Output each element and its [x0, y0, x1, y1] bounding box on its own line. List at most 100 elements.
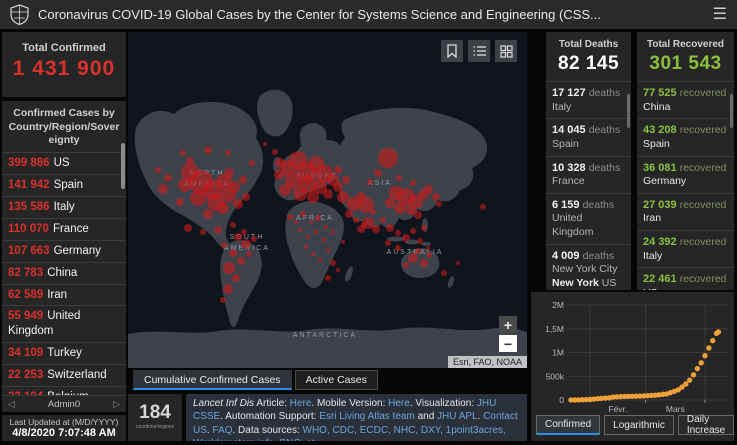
countries-count-badge: 184 countries/regions: [128, 394, 182, 441]
deaths-value-line: 17 127 deaths: [552, 86, 625, 101]
recovered-value: 43 208: [643, 124, 680, 137]
deaths-row[interactable]: 4 009 deaths New York City New York US: [546, 243, 631, 290]
recovered-region: Spain: [643, 137, 670, 150]
total-confirmed-panel: Total Confirmed 1 431 900: [2, 32, 126, 97]
country-row[interactable]: 34 109 Turkey: [2, 342, 126, 364]
app-header: Coronavirus COVID-19 Global Cases by the…: [0, 0, 737, 29]
country-row[interactable]: 22 253 Switzerland: [2, 364, 126, 386]
country-row[interactable]: 135 586 Italy: [2, 195, 126, 218]
recovered-row[interactable]: 27 039 recovered Iran: [637, 192, 734, 230]
recovered-value: 77 525: [643, 87, 680, 99]
country-name: Italy: [53, 200, 75, 213]
footer-link[interactable]: Here: [290, 398, 312, 409]
recovered-scrollbar[interactable]: [730, 94, 733, 128]
recovered-row[interactable]: 77 525 recovered China: [637, 81, 734, 118]
footer-link[interactable]: FAQ: [212, 425, 232, 436]
recovered-unit: recovered: [679, 273, 727, 286]
recovered-region: Italy: [643, 249, 663, 262]
recovered-row[interactable]: 36 081 recovered Germany: [637, 155, 734, 193]
recovered-region: China: [643, 100, 671, 113]
country-row[interactable]: 82 783 China: [2, 261, 126, 284]
deaths-unit: deaths: [588, 161, 621, 174]
trend-chart-panel: 0 500k 1M 1,5M 2M Févr. Mars Confirmed Logarith…: [531, 292, 735, 441]
deaths-unit: deaths: [582, 249, 615, 262]
chart-tab-confirmed[interactable]: Confirmed: [536, 415, 601, 435]
country-list-pager: ◁ Admin0 ▷: [2, 395, 126, 412]
map-zoom-controls: + −: [499, 316, 517, 352]
total-confirmed-value: 1 431 900: [12, 57, 116, 80]
deaths-value: 6 159: [552, 198, 583, 211]
country-row[interactable]: 110 070 France: [2, 217, 126, 240]
country-cases: 22 253: [8, 369, 44, 382]
svg-text:500k: 500k: [546, 371, 565, 381]
deaths-value: 4 009: [552, 249, 583, 262]
svg-text:ANTARCTICA: ANTARCTICA: [293, 332, 357, 339]
country-row[interactable]: 62 589 Iran: [2, 283, 126, 306]
footer-text-segment: Lancet Inf Dis: [193, 398, 255, 409]
zoom-in-button[interactable]: +: [499, 316, 517, 333]
basemap-grid-icon[interactable]: [495, 40, 517, 62]
map-tab-cumulative-confirmed-cases[interactable]: Cumulative Confirmed Cases: [133, 370, 292, 390]
recovered-row[interactable]: 22 461 recoveredUS: [637, 267, 734, 290]
recovered-unit: recovered: [679, 124, 727, 137]
map-canvas: NORTHAMERICASOUTHAMERICAEUROPEAFRICAASIA…: [128, 89, 527, 368]
legend-list-icon[interactable]: [468, 40, 490, 62]
recovered-unit: recovered: [679, 87, 727, 99]
country-cases: 82 783: [8, 266, 44, 279]
deaths-row[interactable]: 17 127 deaths Italy: [546, 81, 631, 118]
footer-link[interactable]: Here: [388, 398, 410, 409]
footer-link[interactable]: JHU APL: [437, 411, 478, 422]
total-confirmed-title: Total Confirmed: [22, 42, 106, 54]
menu-icon[interactable]: ☰: [713, 6, 727, 23]
deaths-region: France: [552, 175, 585, 188]
country-row[interactable]: 55 949 United Kingdom: [2, 305, 126, 342]
deaths-row[interactable]: 10 328 deaths France: [546, 155, 631, 193]
svg-text:1,5M: 1,5M: [545, 324, 564, 334]
zoom-out-button[interactable]: −: [499, 335, 517, 352]
countries-count: 184: [139, 402, 171, 423]
deaths-unit: deaths: [582, 198, 615, 211]
footer-text-segment: . Data sources:: [232, 424, 303, 436]
recovered-row[interactable]: 43 208 recovered Spain: [637, 118, 734, 155]
recovered-value: 36 081: [643, 161, 680, 174]
covid-dashboard: Coronavirus COVID-19 Global Cases by the…: [0, 0, 737, 445]
map-tab-active-cases[interactable]: Active Cases: [294, 370, 378, 390]
total-recovered-title: Total Recovered: [646, 39, 725, 50]
country-row[interactable]: 107 663 Germany: [2, 239, 126, 262]
last-updated-panel: Last Updated at (M/D/YYYY) 4/8/2020 7:07…: [2, 415, 126, 441]
country-row[interactable]: 399 886 US: [2, 151, 126, 174]
countries-count-caption: countries/regions: [135, 424, 175, 430]
pager-prev-icon[interactable]: ◁: [8, 399, 15, 410]
recovered-value-line: 22 461 recovered: [643, 272, 728, 287]
recovered-list: 77 525 recovered China 43 208 recovered Spa…: [637, 81, 734, 290]
jhu-shield-logo: [10, 4, 29, 25]
country-list: 399 886 US 141 942 Spain 135 586 Italy 110 070…: [2, 151, 126, 412]
bookmark-icon[interactable]: [441, 40, 463, 62]
map-tabs: Cumulative Confirmed Cases Active Cases: [133, 370, 378, 390]
chart-tabs: Confirmed Logarithmic Daily Increase: [536, 414, 735, 436]
footer-text-segment: . Mobile Version:: [311, 398, 389, 409]
recovered-value-line: 24 392 recovered: [643, 235, 728, 250]
country-row[interactable]: 141 942 Spain: [2, 173, 126, 196]
deaths-scrollbar[interactable]: [627, 94, 630, 128]
recovered-value-line: 43 208 recovered: [643, 123, 728, 138]
total-recovered-panel: Total Recovered 301 543 77 525 recovered…: [637, 32, 734, 290]
country-cases: 110 070: [8, 222, 49, 235]
recovered-row[interactable]: 24 392 recovered Italy: [637, 230, 734, 267]
map-toolbar: [441, 40, 517, 62]
country-cases: 55 949: [8, 310, 44, 323]
country-list-scrollbar[interactable]: [121, 143, 125, 189]
country-cases: 34 109: [8, 347, 44, 360]
deaths-row[interactable]: 14 045 deaths Spain: [546, 118, 631, 155]
deaths-row[interactable]: 6 159 deaths United Kingdom: [546, 192, 631, 244]
chart-tab-daily-increase[interactable]: Daily Increase: [677, 414, 735, 436]
footer-text-segment: Article:: [254, 398, 290, 409]
world-map[interactable]: NORTHAMERICASOUTHAMERICAEUROPEAFRICAASIA…: [128, 32, 527, 368]
pager-next-icon[interactable]: ▷: [113, 399, 120, 410]
footer-text-segment: . Automation Support:: [220, 411, 320, 423]
country-cases: 399 886: [8, 156, 50, 169]
footer-link[interactable]: Esri Living Atlas team: [319, 411, 415, 422]
recovered-value-line: 36 081 recovered: [643, 161, 728, 176]
chart-tab-logarithmic[interactable]: Logarithmic: [604, 415, 674, 435]
recovered-value-line: 27 039 recovered: [643, 198, 728, 213]
